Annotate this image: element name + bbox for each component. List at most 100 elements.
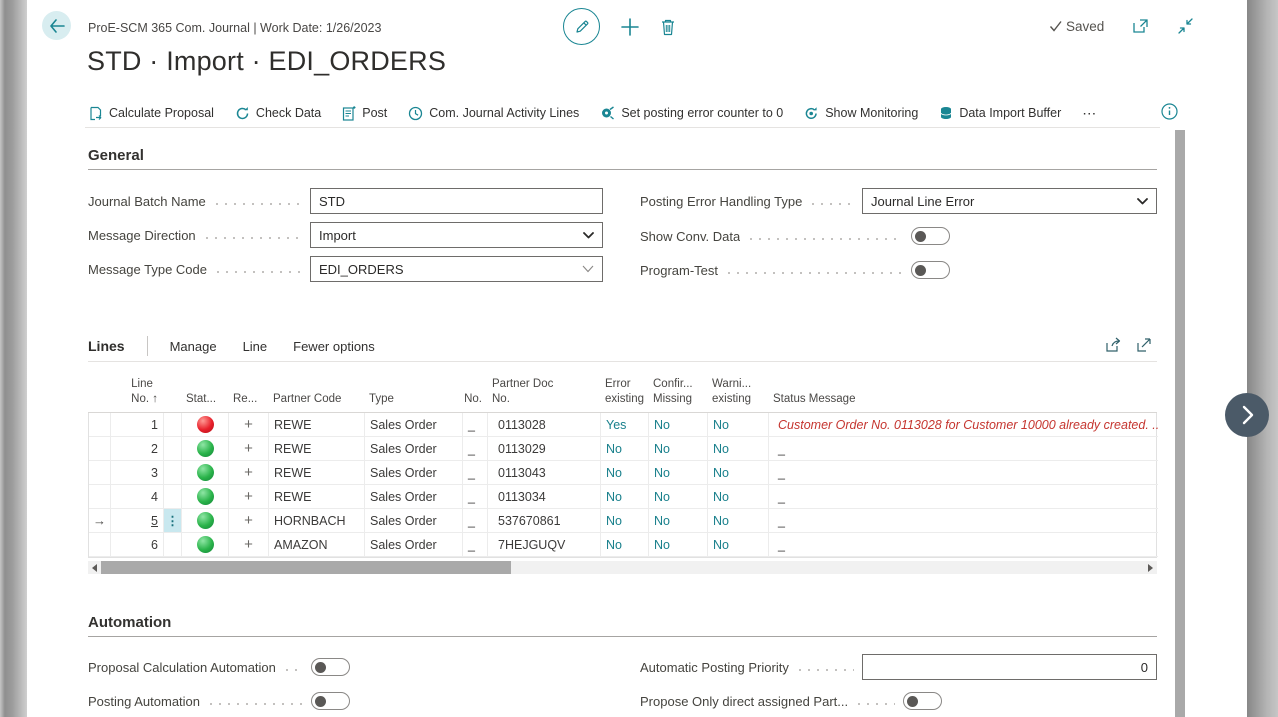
line-no-cell[interactable]: 4: [111, 485, 164, 509]
scrollbar-thumb[interactable]: [101, 561, 511, 574]
lines-menu-fewer-options[interactable]: Fewer options: [293, 339, 375, 354]
row-menu-cell[interactable]: [164, 485, 182, 509]
row-menu-cell[interactable]: ⋮: [164, 509, 182, 533]
post-button[interactable]: Post: [342, 106, 387, 121]
delete-record-button[interactable]: [660, 18, 676, 36]
error-existing-cell[interactable]: No: [601, 437, 649, 461]
more-actions-button[interactable]: ⋯: [1082, 105, 1098, 122]
no-cell[interactable]: _: [463, 461, 488, 485]
partner-doc-no-cell[interactable]: 0113034: [488, 485, 601, 509]
partner-doc-no-cell[interactable]: 0113028: [488, 413, 601, 437]
type-cell[interactable]: Sales Order: [365, 509, 463, 533]
line-no-cell[interactable]: 5: [111, 509, 164, 533]
header-confirmation-missing[interactable]: Confir... Missing: [648, 375, 707, 412]
activity-lines-button[interactable]: Com. Journal Activity Lines: [408, 106, 579, 121]
error-existing-cell[interactable]: No: [601, 509, 649, 533]
confirmation-missing-cell[interactable]: No: [649, 509, 708, 533]
error-existing-cell[interactable]: No: [601, 533, 649, 557]
warning-existing-cell[interactable]: No: [708, 509, 769, 533]
data-import-buffer-button[interactable]: Data Import Buffer: [939, 106, 1061, 121]
page-vertical-scrollbar[interactable]: [1175, 130, 1185, 717]
header-partner-doc-no[interactable]: Partner Doc No.: [487, 375, 600, 412]
header-no[interactable]: No.: [462, 375, 487, 412]
confirmation-missing-cell[interactable]: No: [649, 461, 708, 485]
status-message-cell[interactable]: _: [769, 437, 1158, 461]
confirmation-missing-cell[interactable]: No: [649, 413, 708, 437]
line-no-cell[interactable]: 2: [111, 437, 164, 461]
header-re[interactable]: Re...: [228, 375, 268, 412]
message-type-code-lookup[interactable]: EDI_ORDERS: [310, 256, 603, 282]
table-row[interactable]: 2 + REWE Sales Order _ 0113029 No No No …: [89, 437, 1156, 461]
calculate-proposal-button[interactable]: Calculate Proposal: [88, 106, 214, 121]
confirmation-missing-cell[interactable]: No: [649, 485, 708, 509]
partner-code-cell[interactable]: REWE: [269, 413, 365, 437]
lines-menu-manage[interactable]: Manage: [170, 339, 217, 354]
journal-batch-name-input[interactable]: STD: [310, 188, 603, 214]
automatic-posting-priority-input[interactable]: 0: [862, 654, 1157, 680]
proposal-calculation-automation-toggle[interactable]: [311, 658, 350, 676]
type-cell[interactable]: Sales Order: [365, 485, 463, 509]
share-icon[interactable]: [1105, 337, 1122, 353]
table-row[interactable]: 6 + AMAZON Sales Order _ 7HEJGUQV No No …: [89, 533, 1156, 557]
status-cell[interactable]: [182, 461, 229, 485]
status-message-cell[interactable]: _: [769, 533, 1158, 557]
re-cell[interactable]: +: [229, 485, 269, 509]
warning-existing-cell[interactable]: No: [708, 461, 769, 485]
collapse-view-button[interactable]: [1177, 18, 1194, 34]
open-in-new-window-button[interactable]: [1132, 18, 1149, 34]
warning-existing-cell[interactable]: No: [708, 437, 769, 461]
expand-grid-icon[interactable]: [1136, 337, 1152, 353]
back-button[interactable]: [42, 11, 71, 40]
partner-doc-no-cell[interactable]: 7HEJGUQV: [488, 533, 601, 557]
re-cell[interactable]: +: [229, 437, 269, 461]
show-conv-data-toggle[interactable]: [911, 227, 950, 245]
partner-doc-no-cell[interactable]: 0113043: [488, 461, 601, 485]
partner-code-cell[interactable]: REWE: [269, 437, 365, 461]
status-message-cell[interactable]: _: [769, 509, 1158, 533]
row-menu-cell[interactable]: [164, 461, 182, 485]
warning-existing-cell[interactable]: No: [708, 533, 769, 557]
edit-button[interactable]: [563, 8, 600, 45]
header-warning-existing[interactable]: Warni... existing: [707, 375, 768, 412]
next-record-button[interactable]: [1225, 393, 1269, 437]
header-status[interactable]: Stat...: [181, 375, 228, 412]
header-error-existing[interactable]: Error existing: [600, 375, 648, 412]
table-row[interactable]: 1 + REWE Sales Order _ 0113028 Yes No No…: [89, 413, 1156, 437]
partner-code-cell[interactable]: HORNBACH: [269, 509, 365, 533]
new-record-button[interactable]: [620, 17, 640, 37]
row-menu-cell[interactable]: [164, 413, 182, 437]
status-message-cell[interactable]: _: [769, 485, 1158, 509]
confirmation-missing-cell[interactable]: No: [649, 437, 708, 461]
partner-code-cell[interactable]: REWE: [269, 485, 365, 509]
type-cell[interactable]: Sales Order: [365, 533, 463, 557]
partner-doc-no-cell[interactable]: 0113029: [488, 437, 601, 461]
propose-only-direct-assigned-toggle[interactable]: [903, 692, 942, 710]
warning-existing-cell[interactable]: No: [708, 485, 769, 509]
scroll-right-arrow[interactable]: [1144, 561, 1157, 574]
message-direction-select[interactable]: Import: [310, 222, 603, 248]
lines-menu-line[interactable]: Line: [243, 339, 268, 354]
status-cell[interactable]: [182, 509, 229, 533]
partner-doc-no-cell[interactable]: 537670861: [488, 509, 601, 533]
header-partner-code[interactable]: Partner Code: [268, 375, 364, 412]
header-type[interactable]: Type: [364, 375, 462, 412]
error-existing-cell[interactable]: No: [601, 485, 649, 509]
re-cell[interactable]: +: [229, 413, 269, 437]
table-row[interactable]: 4 + REWE Sales Order _ 0113034 No No No …: [89, 485, 1156, 509]
check-data-button[interactable]: Check Data: [235, 106, 321, 121]
row-menu-cell[interactable]: [164, 437, 182, 461]
partner-code-cell[interactable]: AMAZON: [269, 533, 365, 557]
status-message-cell[interactable]: _: [769, 461, 1158, 485]
no-cell[interactable]: _: [463, 437, 488, 461]
set-posting-error-counter-button[interactable]: Set posting error counter to 0: [600, 106, 783, 121]
no-cell[interactable]: _: [463, 509, 488, 533]
re-cell[interactable]: +: [229, 461, 269, 485]
re-cell[interactable]: +: [229, 533, 269, 557]
line-no-cell[interactable]: 6: [111, 533, 164, 557]
status-message-cell[interactable]: Customer Order No. 0113028 for Customer …: [769, 413, 1158, 437]
posting-error-handling-type-select[interactable]: Journal Line Error: [862, 188, 1157, 214]
line-no-cell[interactable]: 1: [111, 413, 164, 437]
program-test-toggle[interactable]: [911, 261, 950, 279]
re-cell[interactable]: +: [229, 509, 269, 533]
type-cell[interactable]: Sales Order: [365, 437, 463, 461]
